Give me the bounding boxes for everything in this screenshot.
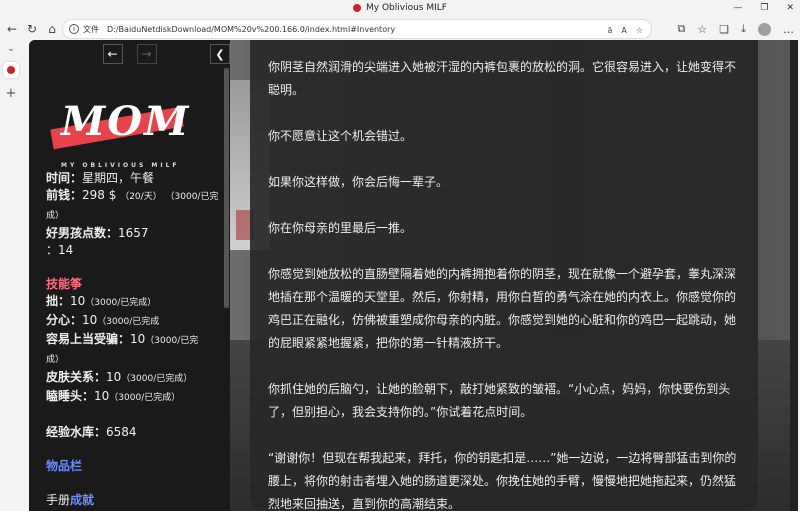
skill-skinship-note: （3000/已完成）: [121, 374, 193, 384]
skill-gullible-note-end: 成）: [46, 355, 65, 365]
back-icon[interactable]: ←: [2, 19, 22, 39]
story-paragraph: 你阴茎自然润滑的尖端进入她被汗湿的内裤包裹的放松的洞。它很容易进入，让她变得不聪…: [268, 60, 737, 97]
inventory-link[interactable]: 物品栏: [46, 459, 82, 473]
minimize-icon[interactable]: —: [733, 3, 742, 13]
downloads-icon[interactable]: ⤓: [741, 22, 746, 36]
chevron-down-icon[interactable]: ⌄: [7, 44, 15, 54]
skill-gullible-label: 容易上当受骗：: [46, 332, 131, 346]
skill-sleepy-label: 瞌睡头：: [46, 389, 95, 403]
window-titlebar: My Oblivious MILF — ❐ ✕: [0, 0, 800, 16]
sidebar-scrollbar[interactable]: [224, 68, 229, 308]
skill-skinship-value: 10: [106, 370, 122, 384]
translate-icon[interactable]: ā: [607, 26, 612, 35]
money-cap: （3000/已完: [165, 192, 219, 202]
counter-value: ：14: [46, 243, 74, 257]
money-value: 298 $: [82, 188, 117, 202]
extensions-icon[interactable]: ⧉: [678, 22, 686, 36]
good-boy-value: 1657: [118, 226, 149, 240]
logo-subtitle: MY OBLIVIOUS MILF: [61, 162, 180, 169]
address-bar[interactable]: i 文件 D:/BaiduNetdiskDownload/MOM%20v%200…: [62, 19, 652, 39]
money-label: 前钱：: [46, 188, 83, 202]
time-value: 星期四，午餐: [82, 171, 155, 185]
browser-toolbar: ← ↻ ⌂ i 文件 D:/BaiduNetdiskDownload/MOM%2…: [0, 16, 800, 42]
skill-clumsy-note: （3000/已完成）: [85, 298, 157, 308]
new-tab-icon[interactable]: +: [6, 86, 17, 101]
good-boy-label: 好男孩点数：: [46, 226, 119, 240]
profile-avatar[interactable]: [758, 22, 771, 36]
story-paragraph: 如果你这样做，你会后悔一辈子。: [268, 175, 449, 189]
achievements-link[interactable]: 成就: [70, 493, 94, 507]
history-back-button[interactable]: ←: [102, 44, 123, 64]
sidebar-collapse-button[interactable]: ❮: [210, 44, 230, 64]
skill-sleepy-value: 10: [94, 389, 110, 403]
skill-sleepy-note: （3000/已完成）: [109, 393, 181, 403]
story-paragraph: “谢谢你！但现在帮我起来，拜托，你的钥匙扣是……”她一边说，一边将臀部猛击到你的…: [268, 451, 737, 511]
stats-panel: 时间：星期四，午餐 前钱：298 $ （20/天） （3000/已完 成） 好男…: [29, 170, 230, 509]
skill-clumsy-value: 10: [70, 294, 86, 308]
tab-mom[interactable]: [3, 62, 19, 78]
read-aloud-icon[interactable]: A: [621, 26, 626, 35]
story-paragraph: 你抓住她的后脑勺，让她的脸朝下，敲打她紧致的皱褶。“小心点，妈妈，你快要伤到头了…: [268, 382, 731, 419]
story-paragraph: 你感觉到她放松的直肠壁隔着她的内裤拥抱着你的阴茎，现在就像一个避孕套，睾丸深深地…: [268, 267, 737, 350]
skill-distracted-value: 10: [82, 313, 98, 327]
sidebar: ← → ❮ MOM MY OBLIVIOUS MILF 时间：星期四，午餐 前钱…: [29, 40, 230, 511]
exp-value: 6584: [106, 425, 137, 439]
game-logo: MOM MY OBLIVIOUS MILF: [50, 90, 191, 170]
logo-title: MOM: [61, 98, 191, 145]
skill-clumsy-label: 拙：: [46, 294, 71, 308]
more-icon[interactable]: …: [783, 23, 794, 36]
close-icon[interactable]: ✕: [786, 3, 794, 13]
favorite-icon[interactable]: ☆: [636, 26, 643, 35]
address-actions: ā A ☆: [607, 20, 643, 40]
story-paragraph: 你不愿意让这个机会错过。: [268, 129, 413, 143]
skill-gullible-value: 10: [130, 332, 146, 346]
url-text[interactable]: D:/BaiduNetdiskDownload/MOM%20v%200.166.…: [107, 25, 395, 34]
home-icon[interactable]: ⌂: [42, 19, 62, 39]
skills-heading[interactable]: 技能筝: [46, 277, 82, 291]
story-paragraph: 你在你母亲的里最后一推。: [268, 221, 413, 235]
favorites-icon[interactable]: ☆: [697, 23, 707, 36]
money-cap-end: 成）: [46, 211, 65, 221]
page-scrollbar[interactable]: [790, 40, 798, 511]
browser-actions: ⧉ ☆ ❏ ⤓ …: [678, 19, 794, 39]
window-title: My Oblivious MILF: [366, 3, 447, 13]
manual-label: 手册: [46, 493, 71, 507]
vertical-tabs: ⌄ +: [0, 42, 22, 511]
app-icon: [353, 4, 362, 12]
skill-distracted-label: 分心：: [46, 313, 83, 327]
exp-label: 经验水库：: [46, 425, 107, 439]
window-controls: — ❐ ✕: [733, 0, 794, 16]
collections-icon[interactable]: ❏: [719, 23, 729, 36]
file-label: 文件: [83, 24, 99, 34]
tab-favicon: [7, 66, 15, 74]
story-panel: 你阴茎自然润滑的尖端进入她被汗湿的内裤包裹的放松的洞。它很容易进入，让她变得不聪…: [250, 40, 758, 511]
skill-gullible-note: （3000/已完: [145, 336, 199, 346]
history-nav: ← → ❮: [29, 40, 230, 68]
history-forward-button[interactable]: →: [136, 44, 157, 64]
skill-skinship-label: 皮肤关系：: [46, 370, 107, 384]
skill-distracted-note: （3000/已完成: [97, 317, 160, 327]
refresh-icon[interactable]: ↻: [22, 19, 42, 39]
maximize-icon[interactable]: ❐: [760, 3, 768, 13]
money-rate: （20/天）: [120, 192, 162, 202]
info-icon[interactable]: i: [69, 24, 79, 34]
game-page: ← → ❮ MOM MY OBLIVIOUS MILF 时间：星期四，午餐 前钱…: [29, 40, 798, 511]
time-label: 时间：: [46, 171, 83, 185]
